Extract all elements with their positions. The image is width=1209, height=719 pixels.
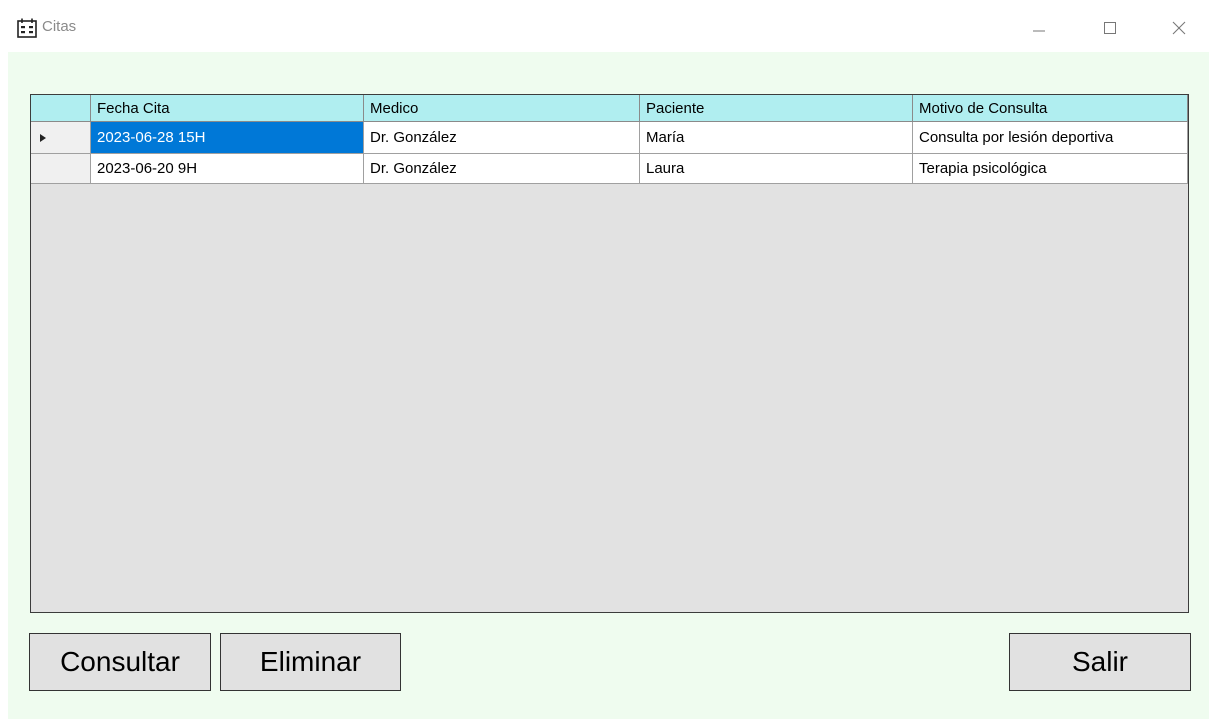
cell-motivo[interactable]: Terapia psicológica: [913, 154, 1188, 184]
grid-header-row: Fecha Cita Medico Paciente Motivo de Con…: [31, 95, 1188, 122]
cell-fecha-cita[interactable]: 2023-06-28 15H: [91, 122, 364, 154]
title-bar[interactable]: Citas: [0, 0, 1209, 52]
column-header-motivo[interactable]: Motivo de Consulta: [913, 95, 1188, 122]
header-corner-cell[interactable]: [31, 95, 91, 122]
column-header-paciente[interactable]: Paciente: [640, 95, 913, 122]
column-header-medico[interactable]: Medico: [364, 95, 640, 122]
salir-button[interactable]: Salir: [1009, 633, 1191, 691]
row-header-cell[interactable]: [31, 154, 91, 184]
table-row[interactable]: 2023-06-20 9H Dr. González Laura Terapia…: [31, 154, 1188, 184]
cell-paciente[interactable]: Laura: [640, 154, 913, 184]
cell-motivo[interactable]: Consulta por lesión deportiva: [913, 122, 1188, 154]
cell-medico[interactable]: Dr. González: [364, 122, 640, 154]
window-title: Citas: [42, 18, 77, 35]
close-icon: [1172, 21, 1186, 35]
citas-window: Citas Fecha Cita Medico Paciente Motivo …: [0, 0, 1209, 719]
column-header-fecha-cita[interactable]: Fecha Cita: [91, 95, 364, 122]
citas-data-grid[interactable]: Fecha Cita Medico Paciente Motivo de Con…: [30, 94, 1189, 613]
row-header-cell[interactable]: [31, 122, 91, 154]
current-row-arrow-icon: [39, 133, 46, 142]
calendar-icon: [17, 18, 37, 38]
table-row[interactable]: 2023-06-28 15H Dr. González María Consul…: [31, 122, 1188, 154]
minimize-button[interactable]: [1016, 10, 1062, 46]
cell-fecha-cita[interactable]: 2023-06-20 9H: [91, 154, 364, 184]
form-client-area: Fecha Cita Medico Paciente Motivo de Con…: [8, 52, 1209, 719]
close-button[interactable]: [1156, 10, 1202, 46]
consultar-button[interactable]: Consultar: [29, 633, 211, 691]
cell-medico[interactable]: Dr. González: [364, 154, 640, 184]
cell-paciente[interactable]: María: [640, 122, 913, 154]
eliminar-button[interactable]: Eliminar: [220, 633, 401, 691]
maximize-icon: [1104, 22, 1116, 34]
minimize-icon: [1033, 30, 1045, 32]
maximize-button[interactable]: [1087, 10, 1133, 46]
